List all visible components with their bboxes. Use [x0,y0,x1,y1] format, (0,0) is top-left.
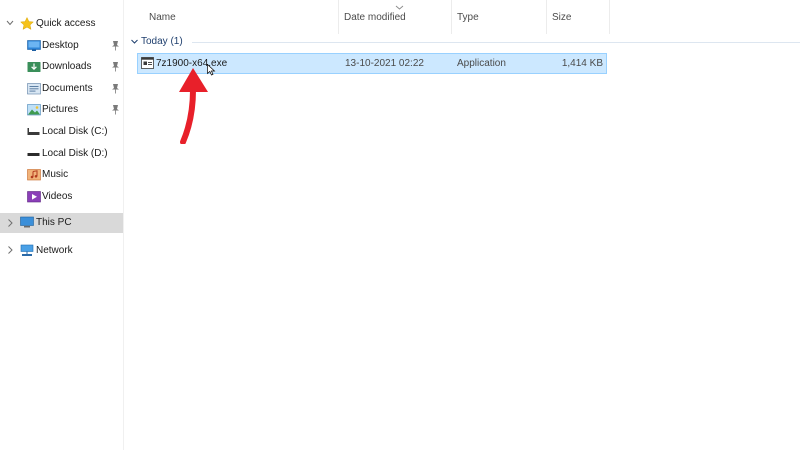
music-folder-icon [27,168,41,181]
nav-item-downloads[interactable]: Downloads [0,56,123,77]
column-header-row: Name Date modified Type Size [125,0,800,34]
pictures-folder-icon [27,103,41,116]
downloads-folder-icon [27,60,41,73]
file-type: Application [457,58,506,69]
chevron-right-icon[interactable] [6,244,14,256]
nav-item-label: Videos [42,191,73,202]
videos-folder-icon [27,190,41,203]
column-header-type[interactable]: Type [452,0,547,34]
file-list-pane: Name Date modified Type Size Today (1) 7… [125,0,800,450]
pin-icon[interactable] [111,40,120,51]
nav-item-label: Local Disk (C:) [42,126,108,137]
column-header-name[interactable]: Name [144,0,339,34]
nav-item-label: Local Disk (D:) [42,148,108,159]
navigation-pane: Quick access Desktop Downloads Documents… [0,0,124,450]
nav-quick-access[interactable]: Quick access [0,13,123,34]
chevron-down-icon[interactable] [6,17,14,29]
pin-icon[interactable] [111,104,120,115]
quick-access-label: Quick access [36,18,96,29]
column-header-size[interactable]: Size [547,0,610,34]
this-pc-label: This PC [36,217,72,228]
sort-caret-icon [395,2,404,10]
file-date-modified: 13-10-2021 02:22 [345,58,424,69]
pin-icon[interactable] [111,61,120,72]
nav-network[interactable]: Network [0,240,123,261]
documents-folder-icon [27,82,41,95]
nav-item-label: Downloads [42,61,92,72]
network-icon [20,244,34,257]
group-header-today[interactable]: Today (1) [130,35,800,51]
nav-item-desktop[interactable]: Desktop [0,35,123,56]
nav-item-label: Documents [42,83,93,94]
drive-icon [27,125,41,138]
nav-item-label: Desktop [42,40,79,51]
annotation-arrow-icon [175,68,215,145]
nav-item-local-disk-c[interactable]: Local Disk (C:) [0,121,123,142]
column-header-label: Type [457,12,479,23]
chevron-down-icon[interactable] [130,37,139,46]
column-header-label: Name [149,12,176,23]
chevron-right-icon[interactable] [6,217,14,229]
pin-icon[interactable] [111,83,120,94]
application-icon [141,57,154,69]
column-header-label: Date modified [344,12,406,23]
file-size: 1,414 KB [561,58,603,69]
nav-item-label: Music [42,169,69,180]
group-label: Today (1) [141,36,183,47]
desktop-folder-icon [27,39,41,52]
star-icon [20,16,34,30]
computer-icon [20,216,34,229]
group-divider [192,42,800,43]
nav-this-pc[interactable]: This PC [0,213,123,233]
column-header-label: Size [552,12,572,23]
nav-item-documents[interactable]: Documents [0,78,123,99]
nav-item-music[interactable]: Music [0,164,123,185]
nav-item-label: Pictures [42,104,79,115]
nav-item-local-disk-d[interactable]: Local Disk (D:) [0,143,123,164]
nav-item-videos[interactable]: Videos [0,186,123,207]
nav-item-pictures[interactable]: Pictures [0,99,123,120]
file-explorer-window: Quick access Desktop Downloads Documents… [0,0,800,450]
drive-icon [27,147,41,160]
network-label: Network [36,245,73,256]
